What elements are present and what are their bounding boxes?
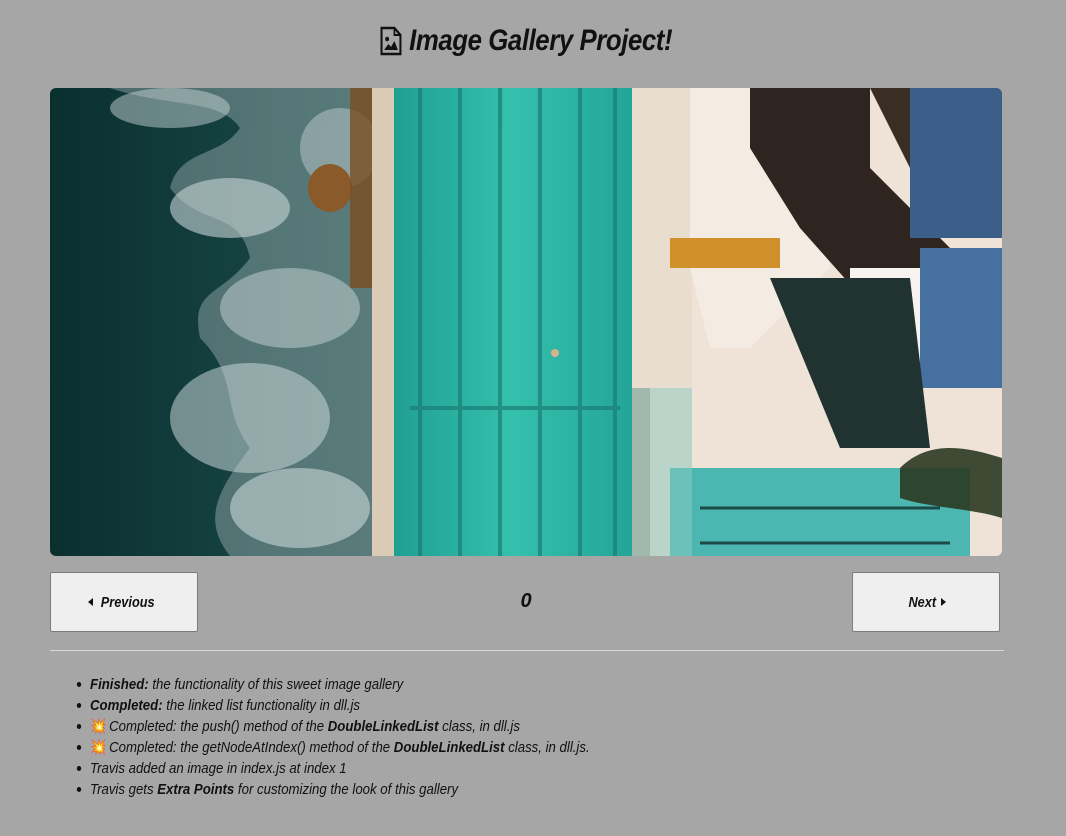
next-button[interactable]: Next — [852, 572, 1000, 632]
note-strong: Finished: — [90, 676, 149, 693]
note-text: at index 1 — [285, 760, 347, 777]
previous-button[interactable]: Previous — [50, 572, 198, 632]
note-strong: DoubleLinkedList — [393, 739, 505, 756]
note-text: Completed: the push() method of the — [109, 718, 328, 735]
note-emphasis: index.js — [240, 760, 286, 777]
note-emphasis: gallery — [419, 781, 459, 798]
note-emphasis: dll.js — [333, 697, 360, 714]
note-text: Travis added an image in — [90, 760, 241, 777]
note-strong: Extra Points — [157, 781, 235, 798]
note-text: Completed: the getNodeAtIndex() method o… — [109, 739, 394, 756]
note-text: Travis gets — [90, 781, 158, 798]
caret-left-icon — [88, 598, 94, 606]
explosion-icon: 💥 — [90, 739, 107, 756]
list-item: Travis gets Extra Points for customizing… — [76, 779, 590, 800]
note-text: class, in dll.js. — [504, 739, 590, 756]
next-button-label: Next — [908, 593, 936, 611]
note-text: the linked list functionality in — [162, 697, 334, 714]
explosion-icon: 💥 — [90, 718, 107, 735]
image-file-icon — [380, 26, 402, 56]
gallery-image — [50, 88, 1002, 556]
note-text: the functionality of this sweet image ga… — [148, 676, 404, 693]
list-item: Travis added an image in index.js at ind… — [76, 758, 590, 779]
list-item: Finished: the functionality of this swee… — [76, 674, 590, 695]
caret-right-icon — [941, 598, 947, 606]
list-item: 💥 Completed: the push() method of the Dou… — [76, 716, 590, 737]
page-title: Image Gallery Project! — [74, 24, 979, 58]
list-item: Completed: the linked list functionality… — [76, 695, 590, 716]
note-strong: DoubleLinkedList — [327, 718, 439, 735]
note-strong: Completed: — [90, 697, 163, 714]
note-text: for customizing the look of this — [234, 781, 420, 798]
page-title-text: Image Gallery Project! — [409, 24, 673, 57]
notes-list: Finished: the functionality of this swee… — [76, 674, 658, 800]
previous-button-label: Previous — [101, 593, 155, 611]
gallery-page: Image Gallery Project! Previous 0 Next F… — [0, 0, 1066, 836]
gallery-image-picture — [50, 88, 1002, 556]
current-index: 0 — [520, 590, 532, 612]
list-item: 💥 Completed: the getNodeAtIndex() method … — [76, 737, 590, 758]
divider — [50, 650, 1004, 651]
note-text: class, in dll.js — [438, 718, 520, 735]
